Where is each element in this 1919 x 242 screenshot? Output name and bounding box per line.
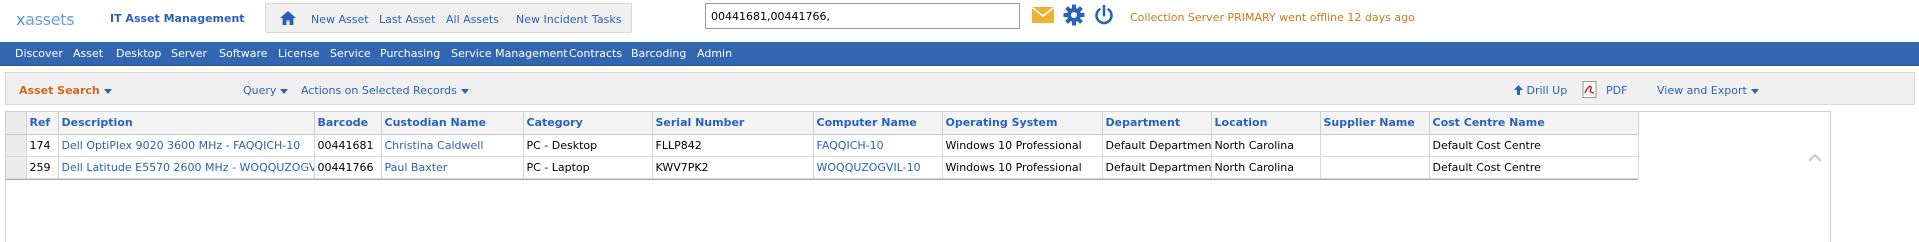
column-header-description[interactable]: Description — [58, 112, 315, 135]
asset-search-dropdown[interactable]: Asset Search — [19, 84, 112, 97]
menu-service[interactable]: Service — [330, 47, 371, 60]
computer-name-link[interactable]: FAQQICH-10 — [817, 139, 884, 152]
cell-category: PC - Desktop — [523, 134, 653, 157]
cell-supplier-name — [1320, 156, 1430, 179]
drill-up-button[interactable]: Drill Up — [1514, 84, 1567, 97]
table-header-row: Ref Description Barcode Custodian Name C… — [6, 112, 1639, 135]
cell-serial-number: KWV7PK2 — [652, 156, 814, 179]
pdf-icon — [1582, 81, 1597, 98]
asset-description-link[interactable]: Dell Latitude E5570 2600 MHz - WOQQUZOGV… — [62, 161, 314, 174]
table-row[interactable]: 174 Dell OptiPlex 9020 3600 MHz - FAQQIC… — [6, 134, 1639, 157]
quicknav-all-assets[interactable]: All Assets — [446, 13, 499, 26]
menu-asset[interactable]: Asset — [73, 47, 103, 60]
menu-software[interactable]: Software — [219, 47, 268, 60]
top-header: xassets IT Asset Management New Asset La… — [0, 0, 1919, 42]
arrow-up-icon — [1514, 85, 1523, 95]
cell-custodian-name[interactable]: Christina Caldwell — [381, 134, 524, 157]
row-selector[interactable] — [6, 134, 27, 157]
column-header-custodian-name[interactable]: Custodian Name — [381, 112, 524, 135]
quick-nav: New Asset Last Asset All Assets New Inci… — [265, 3, 632, 33]
cell-barcode: 00441766 — [314, 156, 382, 179]
mail-icon[interactable] — [1032, 7, 1054, 23]
column-header-supplier-name[interactable]: Supplier Name — [1320, 112, 1430, 135]
menu-desktop[interactable]: Desktop — [116, 47, 161, 60]
cell-computer-name[interactable]: WOQQUZOGVIL-10 — [813, 156, 943, 179]
select-all-header[interactable] — [6, 112, 27, 135]
custodian-link[interactable]: Christina Caldwell — [385, 139, 484, 152]
results-grid: Ref Description Barcode Custodian Name C… — [5, 111, 1831, 242]
column-header-operating-system[interactable]: Operating System — [942, 112, 1103, 135]
column-header-serial-number[interactable]: Serial Number — [652, 112, 814, 135]
chevron-down-icon — [1750, 88, 1759, 94]
cell-ref: 174 — [26, 134, 59, 157]
cell-category: PC - Laptop — [523, 156, 653, 179]
menu-barcoding[interactable]: Barcoding — [631, 47, 686, 60]
quicknav-new-incident[interactable]: New Incident — [516, 13, 588, 26]
actions-dropdown[interactable]: Actions on Selected Records — [301, 84, 469, 97]
cell-location: North Carolina — [1211, 134, 1321, 157]
column-header-department[interactable]: Department — [1102, 112, 1212, 135]
cell-operating-system: Windows 10 Professional — [942, 156, 1103, 179]
asset-description-link[interactable]: Dell OptiPlex 9020 3600 MHz - FAQQICH-10 — [62, 139, 301, 152]
menu-service-management[interactable]: Service Management — [451, 47, 568, 60]
column-header-cost-centre-name[interactable]: Cost Centre Name — [1429, 112, 1639, 135]
cell-location: North Carolina — [1211, 156, 1321, 179]
computer-name-link[interactable]: WOQQUZOGVIL-10 — [817, 161, 921, 174]
server-offline-alert[interactable]: Collection Server PRIMARY went offline 1… — [1130, 11, 1415, 24]
quicknav-new-asset[interactable]: New Asset — [311, 13, 369, 26]
cell-cost-centre-name: Default Cost Centre — [1429, 156, 1639, 179]
view-export-dropdown[interactable]: View and Export — [1657, 84, 1759, 97]
column-header-ref[interactable]: Ref — [26, 112, 59, 135]
quicknav-tasks[interactable]: Tasks — [592, 13, 621, 26]
search-toolbar: Asset Search Query Actions on Selected R… — [5, 72, 1915, 105]
chevron-down-icon — [103, 88, 112, 94]
menu-purchasing[interactable]: Purchasing — [380, 47, 440, 60]
cell-custodian-name[interactable]: Paul Baxter — [381, 156, 524, 179]
quicknav-last-asset[interactable]: Last Asset — [379, 13, 435, 26]
asset-table: Ref Description Barcode Custodian Name C… — [6, 112, 1639, 179]
cell-department: Default Department — [1102, 156, 1212, 179]
menu-server[interactable]: Server — [171, 47, 207, 60]
cell-department: Default Department — [1102, 134, 1212, 157]
chevron-down-icon — [460, 88, 469, 94]
menu-contracts[interactable]: Contracts — [569, 47, 622, 60]
custodian-link[interactable]: Paul Baxter — [385, 161, 448, 174]
pdf-button[interactable]: PDF — [1582, 81, 1627, 98]
barcode-search-input[interactable]: 00441681,00441766, — [705, 3, 1020, 29]
grid-divider — [6, 179, 1638, 180]
cell-supplier-name — [1320, 134, 1430, 157]
cell-computer-name[interactable]: FAQQICH-10 — [813, 134, 943, 157]
app-title[interactable]: IT Asset Management — [110, 12, 245, 25]
scroll-up-icon[interactable] — [1808, 153, 1822, 163]
cell-operating-system: Windows 10 Professional — [942, 134, 1103, 157]
column-header-barcode[interactable]: Barcode — [314, 112, 382, 135]
menu-license[interactable]: License — [278, 47, 319, 60]
cell-description[interactable]: Dell OptiPlex 9020 3600 MHz - FAQQICH-10 — [58, 134, 315, 157]
main-menu-bar: Discover Asset Desktop Server Software L… — [0, 42, 1919, 66]
cell-description[interactable]: Dell Latitude E5570 2600 MHz - WOQQUZOGV… — [58, 156, 315, 179]
cell-cost-centre-name: Default Cost Centre — [1429, 134, 1639, 157]
cell-ref: 259 — [26, 156, 59, 179]
cell-barcode: 00441681 — [314, 134, 382, 157]
chevron-down-icon — [280, 88, 289, 94]
menu-discover[interactable]: Discover — [15, 47, 63, 60]
menu-admin[interactable]: Admin — [697, 47, 732, 60]
home-icon[interactable] — [279, 9, 297, 27]
xassets-logo[interactable]: xassets — [16, 10, 75, 29]
row-selector[interactable] — [6, 156, 27, 179]
gear-icon[interactable] — [1063, 4, 1085, 26]
column-header-computer-name[interactable]: Computer Name — [813, 112, 943, 135]
logout-power-icon[interactable] — [1093, 4, 1115, 26]
column-header-location[interactable]: Location — [1211, 112, 1321, 135]
cell-serial-number: FLLP842 — [652, 134, 814, 157]
query-dropdown[interactable]: Query — [243, 84, 289, 97]
table-row[interactable]: 259 Dell Latitude E5570 2600 MHz - WOQQU… — [6, 156, 1639, 179]
column-header-category[interactable]: Category — [523, 112, 653, 135]
